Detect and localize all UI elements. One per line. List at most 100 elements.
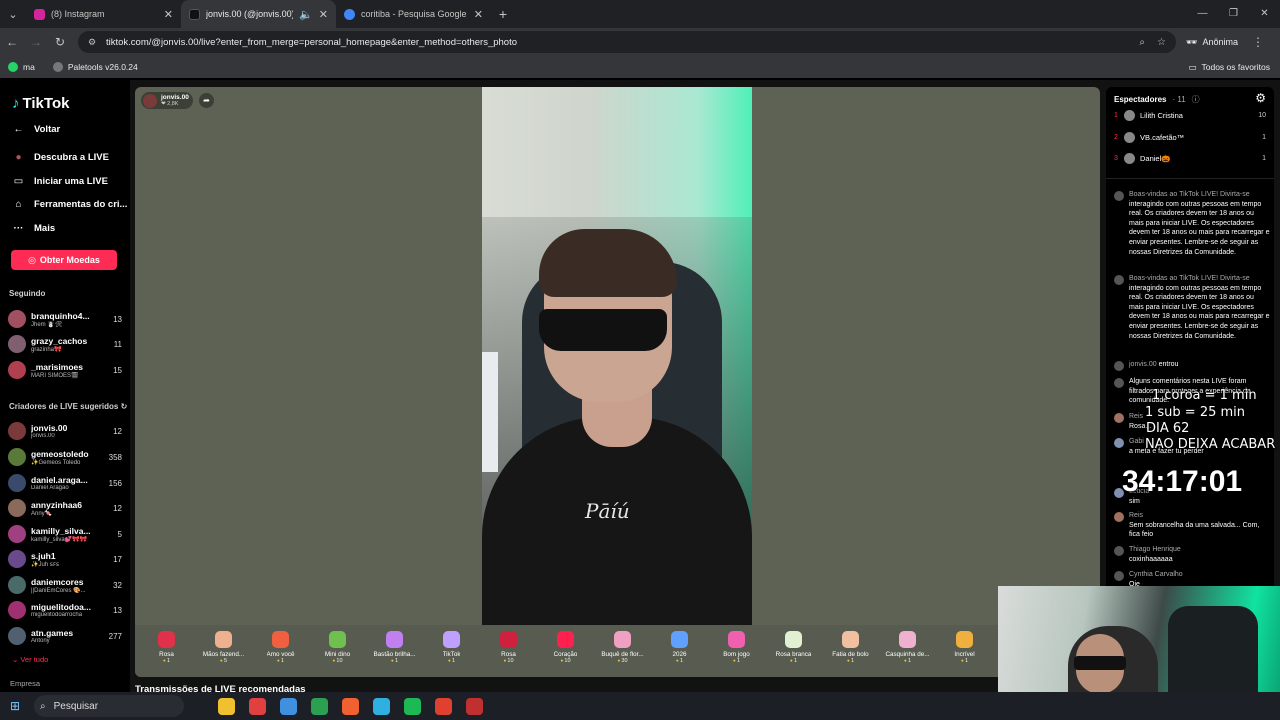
gift-item[interactable]: Buquê de flor...30 — [594, 625, 651, 677]
all-favorites[interactable]: ▭ Todos os favoritos — [1188, 62, 1270, 73]
tab-tiktok[interactable]: jonvis.00 (@jonvis.00) com... 🔈 ✕ — [181, 0, 336, 28]
close-tab-icon[interactable]: ✕ — [474, 8, 483, 21]
gift-item[interactable]: Rosa branca1 — [765, 625, 822, 677]
creator-account[interactable]: atn.games Antony 277 — [8, 625, 122, 647]
gift-item[interactable]: Rosa10 — [480, 625, 537, 677]
sidebar-item-discover-live[interactable]: ● Descubra a LIVE — [12, 152, 109, 163]
bookmark-ma[interactable]: ma — [8, 62, 35, 72]
gift-item[interactable]: TikTok1 — [423, 625, 480, 677]
following-account[interactable]: _marisimoes MARI SIMÕES🎬 15 — [8, 359, 122, 381]
bookmark-paletools[interactable]: Paletools v26.0.24 — [52, 62, 138, 72]
following-account[interactable]: branquinho4... Jhem ☃️🛠 13 — [8, 308, 122, 330]
account-display-name: kamilly_silva💕🎀🎀 — [31, 536, 88, 543]
taskbar-app-icon[interactable] — [373, 697, 390, 715]
gift-item[interactable]: Bom jogo1 — [708, 625, 765, 677]
gift-name: Buquê de flor... — [601, 651, 644, 658]
close-tab-icon[interactable]: ✕ — [164, 8, 173, 21]
live-video[interactable]: Pāíú — [482, 87, 752, 625]
avatar — [8, 627, 26, 645]
creator-account[interactable]: miguelitodoa... miguelitodoarrocha 13 — [8, 599, 122, 621]
gift-item[interactable]: Rosa1 — [138, 625, 195, 677]
taskbar-app-icon[interactable] — [342, 697, 359, 715]
gift-item[interactable]: Incrível1 — [936, 625, 993, 677]
gift-item[interactable]: Coração10 — [537, 625, 594, 677]
taskbar-app-icon[interactable] — [280, 697, 297, 715]
taskbar-app-icon[interactable] — [404, 697, 421, 715]
avatar — [8, 448, 26, 466]
screen: ⌄ (8) Instagram ✕ jonvis.00 (@jonvis.00)… — [0, 0, 1280, 720]
site-info-icon[interactable]: ⚙ — [88, 37, 100, 48]
gift-item[interactable]: Amo você1 — [252, 625, 309, 677]
viewer-count: 15 — [113, 365, 122, 375]
taskbar-app-icon[interactable] — [435, 697, 452, 715]
gift-item[interactable]: Mini dino10 — [309, 625, 366, 677]
creator-account[interactable]: daniel.araga... Daniel Aragão 156 — [8, 472, 122, 494]
forward-icon[interactable]: → — [24, 35, 48, 49]
settings-icon[interactable]: ⚙ — [1255, 91, 1266, 105]
restore-icon[interactable]: ❐ — [1218, 0, 1249, 28]
gift-item[interactable]: Fatia de bolo1 — [822, 625, 879, 677]
gift-icon — [671, 631, 688, 648]
sidebar-item-start-live[interactable]: ▭ Iniciar uma LIVE — [12, 176, 108, 187]
host-chip[interactable]: jonvis.00 ❤ 2,8K — [141, 92, 193, 109]
taskbar-search[interactable]: ⌕ Pesquisar — [34, 695, 184, 717]
taskbar-app-icon[interactable] — [311, 697, 328, 715]
close-tab-icon[interactable]: ✕ — [319, 8, 328, 21]
creator-account[interactable]: daniemcores ||DaniEmCores 🎨... 32 — [8, 574, 122, 596]
live-stage[interactable]: jonvis.00 ❤ 2,8K ➦ Pāíú Rosa1Mãos fazend… — [135, 87, 1100, 677]
tab-google[interactable]: coritiba - Pesquisa Google ✕ — [336, 0, 491, 28]
avatar-icon: ● — [15, 152, 22, 163]
speaker-icon[interactable]: 🔈 — [299, 8, 313, 21]
taskbar-app-icon[interactable] — [466, 697, 483, 715]
sidebar-item-back[interactable]: ← Voltar — [12, 124, 61, 135]
back-icon[interactable]: ← — [0, 35, 24, 49]
viewer-count: 17 — [113, 554, 122, 564]
gift-item[interactable]: Bastão brilha...1 — [366, 625, 423, 677]
creator-account[interactable]: kamilly_silva... kamilly_silva💕🎀🎀 5 — [8, 523, 122, 545]
reload-icon[interactable]: ↻ — [48, 35, 72, 49]
creator-account[interactable]: gemeostoledo ✨Gemeos Toledo 358 — [8, 446, 122, 468]
refresh-icon[interactable]: ↻ — [121, 402, 128, 411]
viewer-row[interactable]: 1 Lilith Cristina 10 — [1114, 110, 1266, 121]
sidebar-item-more[interactable]: ··· Mais — [12, 223, 56, 234]
chat-message: Boas-vindas ao TikTok LIVE! Divirta-se i… — [1114, 274, 1270, 341]
taskbar-app-icon[interactable] — [249, 697, 266, 715]
creator-account[interactable]: jonvis.00 jonvis.00 12 — [8, 420, 122, 442]
viewer-row[interactable]: 2 VB.cafetão™ 1 — [1114, 132, 1266, 143]
taskbar-app-icon[interactable] — [218, 697, 235, 715]
chat-text: interagindo com outras pessoas em tempo … — [1129, 200, 1270, 256]
sidebar-item-creator-tools[interactable]: ⌂ Ferramentas do cri... — [12, 199, 127, 210]
sidebar-item-label: Iniciar uma LIVE — [34, 176, 108, 187]
bookmark-star-icon[interactable]: ☆ — [1157, 37, 1166, 48]
info-icon[interactable]: ⓘ — [1192, 94, 1200, 105]
gift-price: 1 — [961, 658, 968, 664]
gift-item[interactable]: 20261 — [651, 625, 708, 677]
tiktok-logo[interactable]: ♪ TikTok — [12, 95, 69, 112]
following-account[interactable]: grazy_cachos grazinha🎀 11 — [8, 333, 122, 355]
creator-account[interactable]: s.juh1 ✨Juh ꜱꜰꜱ 17 — [8, 548, 122, 570]
gift-item[interactable]: Mãos fazend...5 — [195, 625, 252, 677]
gift-icon — [215, 631, 232, 648]
see-all-link[interactable]: ⌄ Ver tudo — [12, 655, 48, 664]
windows-start-icon[interactable]: ⊞ — [0, 699, 30, 713]
close-window-icon[interactable]: ✕ — [1249, 0, 1280, 28]
gift-item[interactable]: Casquinha de...1 — [879, 625, 936, 677]
share-icon[interactable]: ➦ — [199, 93, 214, 108]
new-tab-button[interactable]: + — [491, 6, 515, 22]
incognito-indicator[interactable]: 🕶 Anônima — [1186, 37, 1238, 48]
tab-instagram[interactable]: (8) Instagram ✕ — [26, 0, 181, 28]
address-bar[interactable]: ⚙ tiktok.com/@jonvis.00/live?enter_from_… — [78, 31, 1176, 53]
tab-search-icon[interactable]: ⌄ — [0, 0, 26, 28]
creator-account[interactable]: annyzinhaa6 Anny🍬 12 — [8, 497, 122, 519]
browser-menu-icon[interactable]: ⋮ — [1252, 35, 1264, 49]
get-coins-button[interactable]: ◎ Obter Moedas — [11, 250, 117, 270]
viewer-row[interactable]: 3 Daniel🎃 1 — [1114, 153, 1266, 164]
zoom-icon[interactable]: ⌕ — [1139, 37, 1145, 48]
minimize-icon[interactable]: — — [1187, 0, 1218, 28]
gift-price: 1 — [676, 658, 683, 664]
home-icon: ⌂ — [15, 199, 22, 210]
account-username: daniemcores — [31, 576, 84, 587]
account-display-name: ✨Gemeos Toledo — [31, 459, 81, 466]
company-link[interactable]: Empresa — [10, 679, 40, 688]
avatar — [1114, 438, 1124, 448]
